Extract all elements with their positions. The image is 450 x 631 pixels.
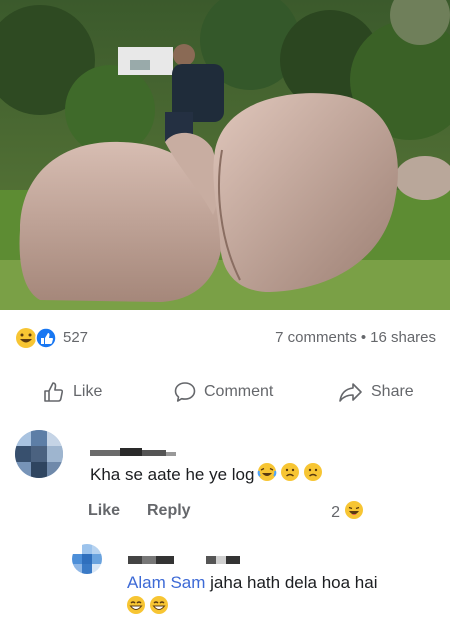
reply-text: jaha hath dela hoa hai <box>210 573 378 592</box>
share-button[interactable]: Share <box>338 374 414 410</box>
thumbs-up-icon <box>44 382 64 402</box>
comment-reaction-count: 2 <box>331 503 340 521</box>
reaction-icons[interactable] <box>15 327 59 349</box>
reply-emojis <box>126 595 169 620</box>
comment-reply-button[interactable]: Reply <box>147 502 191 520</box>
grinning-icon <box>126 595 146 620</box>
share-arrow-icon <box>339 383 362 402</box>
post-stats-bar: 527 7 comments • 16 shares <box>0 322 450 352</box>
comment-bubble-icon <box>174 382 196 402</box>
comment-button[interactable]: Comment <box>173 374 273 410</box>
comment-reaction-summary[interactable]: 2 <box>331 500 364 525</box>
share-label: Share <box>371 383 414 400</box>
laughing-crying-icon <box>257 462 277 487</box>
commenter-avatar[interactable] <box>15 430 63 478</box>
post-meta: 7 comments • 16 shares <box>275 329 436 346</box>
post-action-bar: Like Comment Share <box>0 374 450 410</box>
grinning-icon <box>149 595 169 620</box>
like-label: Like <box>73 383 103 400</box>
sad-icon <box>303 462 323 487</box>
reaction-count[interactable]: 527 <box>63 329 88 346</box>
reply-author-tag[interactable]: Alam Sam <box>127 573 205 592</box>
comments-count[interactable]: 7 comments <box>275 329 357 346</box>
comment-body: Kha se aate he ye log <box>90 462 323 487</box>
commenter-name-redacted[interactable] <box>90 444 180 456</box>
comment-label: Comment <box>204 383 274 400</box>
haha-icon <box>16 328 36 348</box>
sad-icon <box>280 462 300 487</box>
haha-icon <box>344 500 364 525</box>
boulder-photo <box>0 0 450 310</box>
like-icon <box>35 327 57 349</box>
like-button[interactable]: Like <box>42 374 102 410</box>
shares-count[interactable]: 16 shares <box>370 329 436 346</box>
reply-body: Alam Sam jaha hath dela hoa hai <box>127 571 427 595</box>
comment-text: Kha se aate he ye log <box>90 464 255 484</box>
reply-name-redacted[interactable] <box>128 552 248 564</box>
post-photo[interactable] <box>0 0 450 310</box>
reply-avatar[interactable] <box>72 544 102 574</box>
comment-like-button[interactable]: Like <box>88 502 120 520</box>
separator-dot: • <box>360 329 367 346</box>
